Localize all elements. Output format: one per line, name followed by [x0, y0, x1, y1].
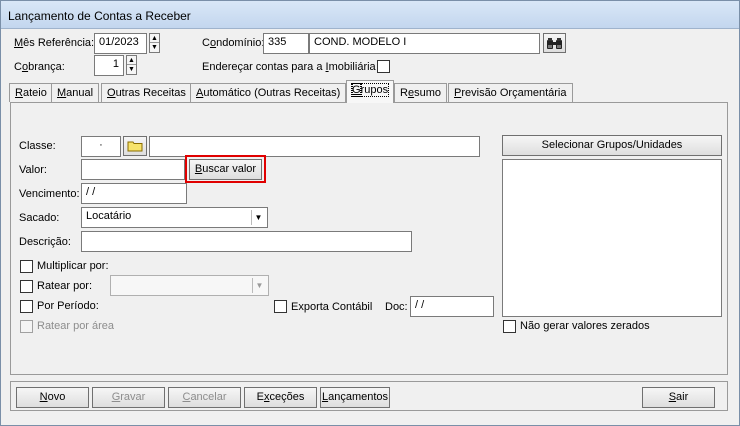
binoculars-icon — [547, 38, 562, 49]
classe-label: Classe: — [19, 140, 56, 152]
classe-folder-button[interactable] — [123, 136, 147, 156]
selecionar-grupos-button[interactable]: Selecionar Grupos/Unidades — [502, 135, 722, 156]
buscar-valor-button[interactable]: Buscar valor — [189, 159, 262, 180]
exporta-contabil-label: Exporta Contábil — [291, 301, 373, 313]
vencimento-input[interactable]: / / — [81, 183, 187, 204]
gravar-button[interactable]: Gravar — [92, 387, 165, 408]
descricao-input[interactable] — [81, 231, 412, 252]
title-bar: Lançamento de Contas a Receber — [1, 1, 739, 29]
doc-label: Doc: — [385, 301, 408, 313]
main-window: Lançamento de Contas a Receber Mês Refer… — [0, 0, 740, 426]
multiplicar-checkbox[interactable] — [20, 260, 33, 273]
tab-manual[interactable]: Manual — [51, 83, 100, 102]
spin-up-icon[interactable]: ▲ — [150, 34, 159, 43]
nao-gerar-zerados-label: Não gerar valores zerados — [520, 320, 650, 332]
enderecar-imobiliaria-label: Endereçar contas para a Imobiliária — [202, 61, 376, 73]
classe-description-input[interactable] — [149, 136, 480, 157]
vencimento-label: Vencimento: — [19, 188, 80, 200]
spin-down-icon[interactable]: ▼ — [127, 65, 136, 74]
valor-label: Valor: — [19, 164, 47, 176]
condominio-label: Condomínio: — [202, 37, 265, 49]
por-periodo-checkbox[interactable] — [20, 300, 33, 313]
tab-rateio[interactable]: Rateio — [9, 83, 53, 102]
tab-resumo[interactable]: Resumo — [394, 83, 447, 102]
tab-previsao-orcamentaria[interactable]: Previsão Orçamentária — [448, 83, 573, 102]
tab-grupos[interactable]: Grupos — [346, 80, 395, 103]
window-title: Lançamento de Contas a Receber — [8, 9, 191, 23]
ratear-label: Ratear por: — [37, 280, 93, 292]
grupos-list[interactable] — [502, 159, 722, 317]
nao-gerar-zerados-checkbox[interactable] — [503, 320, 516, 333]
search-condominio-button[interactable] — [543, 33, 566, 53]
ratear-checkbox[interactable] — [20, 280, 33, 293]
spin-up-icon[interactable]: ▲ — [127, 56, 136, 65]
sair-button[interactable]: Sair — [642, 387, 715, 408]
condominio-name-input[interactable]: COND. MODELO I — [309, 33, 540, 54]
mes-referencia-input[interactable]: 01/2023 — [94, 33, 147, 54]
excecoes-button[interactable]: Exceções — [244, 387, 317, 408]
mes-referencia-spinner[interactable]: ▲ ▼ — [149, 33, 160, 53]
chevron-down-icon[interactable]: ▼ — [252, 278, 266, 293]
valor-input[interactable] — [81, 159, 185, 180]
condominio-code-input[interactable]: 335 — [263, 33, 309, 54]
exporta-contabil-checkbox[interactable] — [274, 300, 287, 313]
cobranca-label: Cobrança: — [14, 61, 65, 73]
folder-icon — [127, 141, 143, 152]
novo-button[interactable]: Novo — [16, 387, 89, 408]
por-periodo-label: Por Período: — [37, 300, 99, 312]
ratear-area-label: Ratear por área — [37, 320, 115, 332]
sacado-select[interactable]: Locatário ▼ — [81, 207, 268, 228]
enderecar-imobiliaria-checkbox[interactable] — [377, 60, 390, 73]
cancelar-button[interactable]: Cancelar — [168, 387, 241, 408]
classe-code-input[interactable]: · — [81, 136, 121, 157]
mes-referencia-label: Mês Referência: — [14, 37, 95, 49]
ratear-select[interactable]: ▼ — [110, 275, 269, 296]
spin-down-icon[interactable]: ▼ — [150, 43, 159, 52]
chevron-down-icon[interactable]: ▼ — [251, 210, 265, 225]
tab-automatico[interactable]: Automático (Outras Receitas) — [190, 83, 347, 102]
doc-input[interactable]: / / — [410, 296, 494, 317]
multiplicar-label: Multiplicar por: — [37, 260, 109, 272]
sacado-label: Sacado: — [19, 212, 60, 224]
lancamentos-button[interactable]: Lançamentos — [320, 387, 390, 408]
tab-outras-receitas[interactable]: Outras Receitas — [101, 83, 192, 102]
cobranca-input[interactable]: 1 — [94, 55, 124, 76]
cobranca-spinner[interactable]: ▲ ▼ — [126, 55, 137, 75]
ratear-area-checkbox[interactable] — [20, 320, 33, 333]
descricao-label: Descrição: — [19, 236, 71, 248]
